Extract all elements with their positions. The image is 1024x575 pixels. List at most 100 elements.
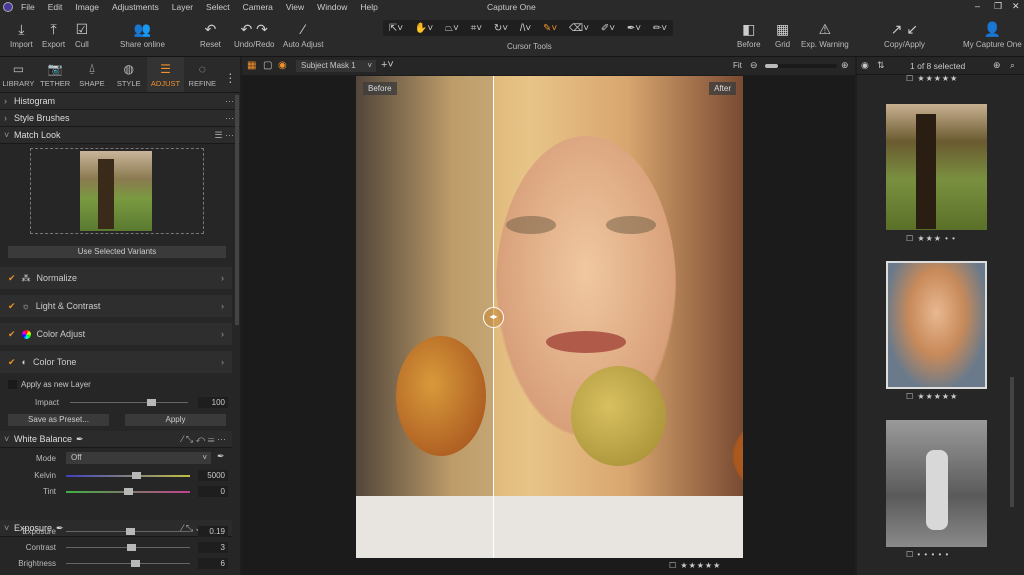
kelvin-slider[interactable] bbox=[66, 472, 190, 479]
zoom-out-icon[interactable]: ⊖ bbox=[750, 60, 758, 71]
select-tool-icon[interactable]: ⇱˅ bbox=[389, 23, 403, 34]
more-tabs-button[interactable]: ⋮ bbox=[221, 57, 240, 92]
image-preview[interactable]: Before After bbox=[356, 76, 743, 558]
tab-tether[interactable]: 📷 TETHER bbox=[37, 57, 74, 92]
thumbnail-rating[interactable]: ☐ • • • • • bbox=[906, 550, 949, 559]
single-view-icon[interactable]: ▢ bbox=[263, 60, 272, 71]
menu-edit[interactable]: Edit bbox=[48, 2, 63, 12]
tab-library[interactable]: ▭ LIBRARY bbox=[0, 57, 37, 92]
add-layer-button[interactable]: +˅ bbox=[381, 59, 394, 71]
exposure-slider[interactable] bbox=[66, 528, 190, 535]
apply-button[interactable]: Apply bbox=[125, 414, 226, 426]
tool-panel-scrollbar[interactable] bbox=[235, 95, 239, 325]
minimize-button[interactable]: – bbox=[975, 1, 980, 11]
gradient-tool-icon[interactable]: ✐˅ bbox=[601, 23, 615, 34]
menu-image[interactable]: Image bbox=[75, 2, 99, 12]
exp-warning-button[interactable]: ⚠ Exp. Warning bbox=[801, 18, 849, 49]
zoom-fit-label[interactable]: Fit bbox=[733, 61, 742, 70]
viewer-rating[interactable]: ☐ ★★★★★ bbox=[669, 561, 721, 570]
reset-button[interactable]: ↶ Reset bbox=[200, 18, 221, 49]
slider-handle[interactable] bbox=[132, 472, 141, 479]
tab-style[interactable]: ◍ STYLE bbox=[110, 57, 147, 92]
checkmark-icon[interactable]: ✔ bbox=[8, 329, 16, 340]
slider-handle[interactable] bbox=[127, 544, 136, 551]
menu-help[interactable]: Help bbox=[360, 2, 377, 12]
picker-tool-icon[interactable]: ✒˅ bbox=[627, 23, 641, 34]
thumbnail-rating[interactable]: ☐ ★★★ • • bbox=[906, 234, 956, 243]
eyedropper-icon[interactable]: ✒ bbox=[217, 451, 225, 462]
thumbnail-rating[interactable]: ☐ ★★★★★ bbox=[906, 392, 958, 401]
more-icon[interactable]: ☰ ··· bbox=[214, 130, 234, 141]
contrast-value[interactable]: 3 bbox=[198, 542, 228, 553]
search-icon[interactable]: ⌕ bbox=[1010, 60, 1015, 71]
slider-handle[interactable] bbox=[126, 528, 135, 535]
thumbnail-bw[interactable] bbox=[886, 420, 987, 547]
slider-handle[interactable] bbox=[124, 488, 133, 495]
cursor-tools[interactable]: ⇱˅ ✋˅ ⏢˅ ⌗˅ ↻˅ /\˅ ✎˅ ⌫˅ ✐˅ ✒˅ ✏˅ bbox=[383, 20, 673, 36]
match-item-color-tone[interactable]: ✔ ◐ Color Tone › bbox=[0, 351, 232, 373]
checkmark-icon[interactable]: ✔ bbox=[8, 273, 16, 284]
section-match-look[interactable]: ˅ Match Look ☰ ··· bbox=[0, 127, 240, 144]
export-button[interactable]: ⤒ Export bbox=[42, 18, 65, 49]
section-style-brushes[interactable]: › Style Brushes ··· bbox=[0, 110, 240, 127]
eraser-tool-icon[interactable]: ⌫˅ bbox=[569, 23, 589, 34]
rotate-tool-icon[interactable]: ↻˅ bbox=[494, 23, 508, 34]
split-handle[interactable]: ◂▸ bbox=[483, 307, 504, 328]
tint-value[interactable]: 0 bbox=[198, 486, 228, 497]
share-online-button[interactable]: 👥 Share online bbox=[120, 18, 165, 49]
undo-redo-button[interactable]: ↶ ↷ Undo/Redo bbox=[234, 18, 274, 49]
zoom-in-icon[interactable]: ⊕ bbox=[993, 60, 1001, 71]
keystone-tool-icon[interactable]: ⏢˅ bbox=[445, 23, 459, 34]
eye-icon[interactable]: ◉ bbox=[861, 60, 869, 71]
menu-adjustments[interactable]: Adjustments bbox=[112, 2, 159, 12]
checkmark-icon[interactable]: ✔ bbox=[8, 357, 16, 368]
tint-slider[interactable] bbox=[66, 488, 190, 495]
brightness-slider[interactable] bbox=[66, 560, 190, 567]
kelvin-value[interactable]: 5000 bbox=[198, 470, 228, 481]
checkmark-icon[interactable]: ✔ bbox=[8, 301, 16, 312]
match-item-color-adjust[interactable]: ✔ Color Adjust › bbox=[0, 323, 232, 345]
menu-window[interactable]: Window bbox=[317, 2, 347, 12]
brightness-value[interactable]: 6 bbox=[198, 558, 228, 569]
tab-refine[interactable]: ◌ REFINE bbox=[184, 57, 221, 92]
menu-layer[interactable]: Layer bbox=[172, 2, 193, 12]
zoom-in-icon[interactable]: ⊕ bbox=[841, 60, 849, 71]
multi-view-icon[interactable]: ▦ bbox=[247, 60, 256, 71]
section-actions[interactable]: ⁄ ⤡ ↶ ☰ ··· bbox=[182, 434, 226, 445]
zoom-slider[interactable] bbox=[765, 64, 837, 68]
thumbnail-portrait-selected[interactable] bbox=[886, 261, 987, 389]
mask-visibility-icon[interactable]: ◉ bbox=[278, 60, 287, 71]
sort-icon[interactable]: ⇅ bbox=[877, 60, 885, 71]
contrast-slider[interactable] bbox=[66, 544, 190, 551]
straighten-tool-icon[interactable]: /\˅ bbox=[520, 23, 531, 34]
brush-tool-icon[interactable]: ✎˅ bbox=[543, 23, 557, 34]
section-histogram[interactable]: › Histogram ··· bbox=[0, 93, 240, 110]
save-as-preset-button[interactable]: Save as Preset... bbox=[8, 414, 109, 426]
layer-dropdown[interactable]: Subject Mask 1 ˅ bbox=[296, 60, 376, 72]
match-item-light-contrast[interactable]: ✔ ☼ Light & Contrast › bbox=[0, 295, 232, 317]
use-selected-variants-button[interactable]: Use Selected Variants bbox=[8, 246, 226, 258]
auto-adjust-button[interactable]: ⁄ Auto Adjust bbox=[283, 18, 323, 49]
exposure-value[interactable]: 0.19 bbox=[198, 526, 228, 537]
mode-dropdown[interactable]: Off ˅ bbox=[66, 452, 211, 464]
section-white-balance[interactable]: ˅ White Balance ✒ ⁄ ⤡ ↶ ☰ ··· bbox=[0, 431, 232, 448]
pan-tool-icon[interactable]: ✋˅ bbox=[415, 23, 433, 34]
impact-slider[interactable] bbox=[70, 399, 188, 406]
menu-camera[interactable]: Camera bbox=[243, 2, 273, 12]
slider-handle[interactable] bbox=[131, 560, 140, 567]
grid-button[interactable]: ▦ Grid bbox=[775, 18, 790, 49]
copy-apply-button[interactable]: ↗ ↙ Copy/Apply bbox=[884, 18, 925, 49]
thumbnail-tree[interactable] bbox=[886, 104, 987, 230]
crop-tool-icon[interactable]: ⌗˅ bbox=[471, 23, 482, 34]
menu-select[interactable]: Select bbox=[206, 2, 230, 12]
cull-button[interactable]: ☑ Cull bbox=[75, 18, 89, 49]
before-button[interactable]: ◧ Before bbox=[737, 18, 761, 49]
match-item-normalize[interactable]: ✔ ⁂ Normalize › bbox=[0, 267, 232, 289]
my-capture-one-button[interactable]: 👤 My Capture One bbox=[963, 18, 1022, 49]
menu-file[interactable]: File bbox=[21, 2, 35, 12]
slider-handle[interactable] bbox=[765, 64, 778, 68]
thumbnail-rating[interactable]: ☐ ★★★★★ bbox=[906, 74, 958, 83]
tab-adjust[interactable]: ☰ ADJUST bbox=[147, 57, 184, 92]
tab-shape[interactable]: ⍙ SHAPE bbox=[74, 57, 111, 92]
import-button[interactable]: ⤓ Import bbox=[10, 18, 33, 49]
